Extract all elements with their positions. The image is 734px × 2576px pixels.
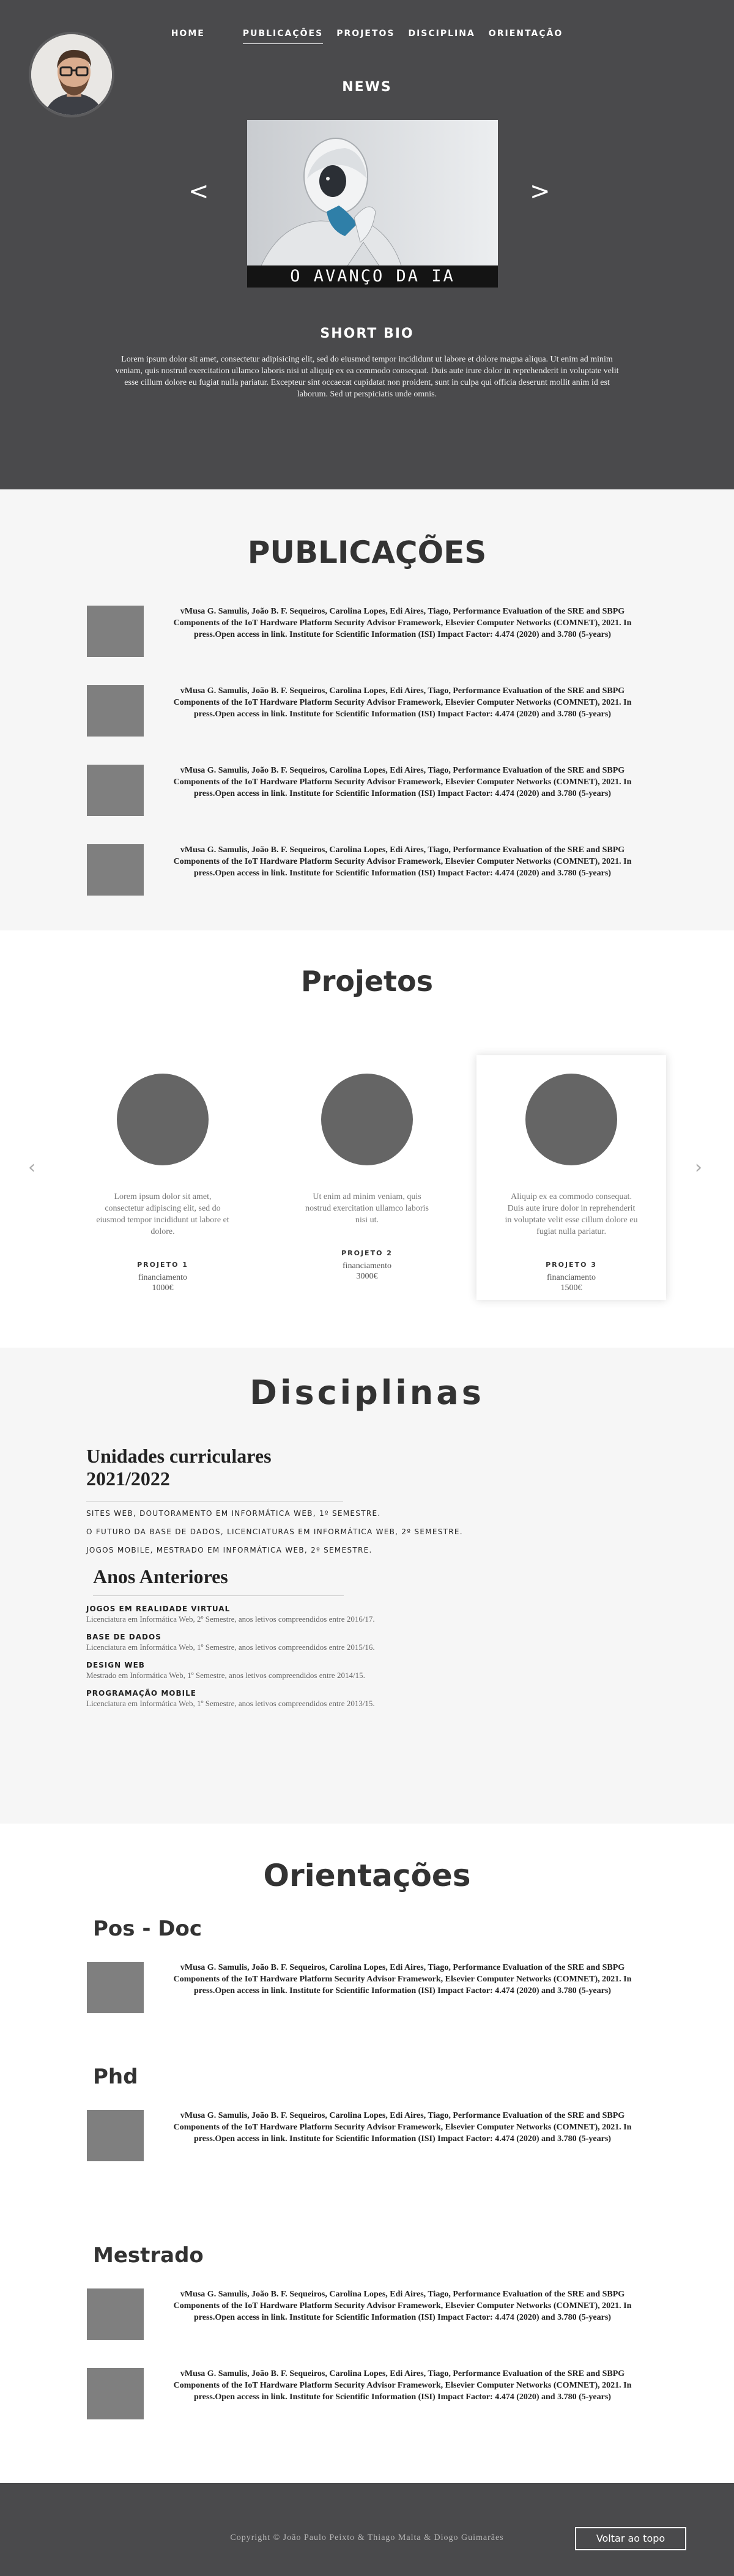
curricular-unit-item: SITES WEB, DOUTORAMENTO EM INFORMÁTICA W… [86, 1509, 381, 1518]
publication-text: vMusa G. Samulis, João B. F. Sequeiros, … [173, 607, 632, 639]
list-item: DESIGN WEB Mestrado em Informática Web, … [86, 1661, 734, 1680]
orientation-thumbnail[interactable] [87, 2110, 144, 2161]
project-funding-label: financiamento [138, 1273, 188, 1282]
publication-item: vMusa G. Samulis, João B. F. Sequeiros, … [87, 606, 656, 685]
publications-section: PUBLICAÇÕES vMusa G. Samulis, João B. F.… [0, 489, 734, 930]
projects-next-arrow[interactable]: › [695, 1157, 702, 1178]
project-name: PROJETO 2 [341, 1249, 393, 1257]
slider-next-arrow[interactable]: > [530, 177, 550, 206]
project-description: Aliquip ex ea commodo consequat. Duis au… [505, 1192, 638, 1236]
masters-title: Mestrado [93, 2243, 204, 2268]
publication-text: vMusa G. Samulis, João B. F. Sequeiros, … [173, 686, 632, 719]
postdoc-title: Pos - Doc [93, 1917, 202, 1941]
project-card[interactable]: Ut enim ad minim veniam, quis nostrud ex… [272, 1055, 462, 1300]
project-name: PROJETO 1 [137, 1261, 188, 1269]
phd-title: Phd [93, 2065, 138, 2089]
nav-projects[interactable]: PROJETOS [336, 29, 395, 44]
course-detail: Licenciatura em Informática Web, 1º Seme… [86, 1642, 375, 1652]
disciplines-section: Disciplinas Unidades curriculares 2021/2… [0, 1348, 734, 1824]
publication-item: vMusa G. Samulis, João B. F. Sequeiros, … [87, 844, 656, 924]
person-portrait-icon [31, 34, 112, 115]
project-image [321, 1074, 413, 1165]
projects-section: Projetos ‹ Lorem ipsum dolor sit amet, c… [0, 930, 734, 1348]
orientations-section: Orientações Pos - Doc vMusa G. Samulis, … [0, 1824, 734, 2483]
previous-years-list: JOGOS EM REALIDADE VIRTUAL Licenciatura … [86, 1605, 734, 1709]
course-detail: Licenciatura em Informática Web, 1º Seme… [86, 1699, 375, 1708]
project-cards: Lorem ipsum dolor sit amet, consectetur … [0, 1055, 734, 1300]
short-bio-text: Lorem ipsum dolor sit amet, consectetur … [115, 355, 619, 399]
orientation-thumbnail[interactable] [87, 2288, 144, 2340]
project-funding-amount: 1000€ [152, 1283, 174, 1293]
orientation-text: vMusa G. Samulis, João B. F. Sequeiros, … [173, 2290, 632, 2322]
course-name: BASE DE DADOS [86, 1633, 161, 1641]
course-detail: Licenciatura em Informática Web, 2º Seme… [86, 1614, 375, 1624]
projects-prev-arrow[interactable]: ‹ [28, 1157, 35, 1178]
publication-thumbnail[interactable] [87, 765, 144, 816]
course-name: PROGRAMAÇÃO MOBILE [86, 1689, 196, 1698]
publication-item: vMusa G. Samulis, João B. F. Sequeiros, … [87, 765, 656, 844]
orientation-text: vMusa G. Samulis, João B. F. Sequeiros, … [173, 1963, 632, 1995]
project-funding-label: financiamento [546, 1273, 596, 1282]
list-item: JOGOS EM REALIDADE VIRTUAL Licenciatura … [86, 1605, 734, 1624]
orientation-thumbnail[interactable] [87, 2368, 144, 2419]
nav-disciplines[interactable]: DISCIPLINA [408, 29, 475, 44]
orientation-item: vMusa G. Samulis, João B. F. Sequeiros, … [87, 2368, 656, 2448]
project-description: Lorem ipsum dolor sit amet, consectetur … [96, 1192, 229, 1236]
nav-home[interactable]: HOME [171, 29, 205, 44]
curricular-units-list: SITES WEB, DOUTORAMENTO EM INFORMÁTICA W… [86, 1509, 734, 1554]
publications-title: PUBLICAÇÕES [247, 535, 487, 570]
project-name: PROJETO 3 [546, 1261, 597, 1269]
project-description: Ut enim ad minim veniam, quis nostrud ex… [305, 1192, 429, 1225]
orientation-item: vMusa G. Samulis, João B. F. Sequeiros, … [87, 2110, 656, 2189]
course-name: JOGOS EM REALIDADE VIRTUAL [86, 1605, 231, 1613]
nav-orientation[interactable]: ORIENTAÇÃO [489, 29, 563, 44]
publication-item: vMusa G. Samulis, João B. F. Sequeiros, … [87, 685, 656, 765]
orientations-title: Orientações [263, 1858, 471, 1893]
hero-section: HOME PUBLICAÇÕES PROJETOS DISCIPLINA ORI… [0, 0, 734, 489]
robot-image [247, 120, 498, 288]
orientation-text: vMusa G. Samulis, João B. F. Sequeiros, … [173, 2369, 632, 2402]
publication-text: vMusa G. Samulis, João B. F. Sequeiros, … [173, 766, 632, 798]
curricular-unit-item: O FUTURO DA BASE DE DADOS, LICENCIATURAS… [86, 1527, 463, 1536]
nav-publications[interactable]: PUBLICAÇÕES [242, 29, 324, 44]
project-card[interactable]: Lorem ipsum dolor sit amet, consectetur … [68, 1055, 258, 1300]
avatar [29, 32, 114, 117]
orientation-item: vMusa G. Samulis, João B. F. Sequeiros, … [87, 1962, 656, 2041]
curricular-units-title: Unidades curriculares 2021/2022 [86, 1445, 343, 1502]
publication-text: vMusa G. Samulis, João B. F. Sequeiros, … [173, 845, 632, 878]
news-slide[interactable]: O AVANÇO DA IA [247, 120, 498, 288]
publication-thumbnail[interactable] [87, 844, 144, 896]
previous-years-title: Anos Anteriores [93, 1565, 344, 1596]
back-to-top-button[interactable]: Voltar ao topo [575, 2527, 686, 2550]
project-funding-amount: 3000€ [356, 1272, 378, 1281]
list-item: PROGRAMAÇÃO MOBILE Licenciatura em Infor… [86, 1689, 734, 1709]
news-title: NEWS [342, 80, 392, 95]
main-nav: HOME PUBLICAÇÕES PROJETOS DISCIPLINA ORI… [0, 29, 734, 44]
project-image [117, 1074, 209, 1165]
footer: Copyright © João Paulo Peixto & Thiago M… [0, 2483, 734, 2576]
orientation-item: vMusa G. Samulis, João B. F. Sequeiros, … [87, 2288, 656, 2368]
course-name: DESIGN WEB [86, 1661, 145, 1669]
publication-thumbnail[interactable] [87, 606, 144, 657]
orientation-text: vMusa G. Samulis, João B. F. Sequeiros, … [173, 2111, 632, 2144]
project-funding-label: financiamento [342, 1261, 392, 1271]
projects-title: Projetos [301, 965, 433, 998]
short-bio-title: SHORT BIO [320, 326, 414, 341]
disciplines-title: Disciplinas [250, 1373, 484, 1412]
slider-prev-arrow[interactable]: < [188, 177, 209, 206]
project-card[interactable]: Aliquip ex ea commodo consequat. Duis au… [476, 1055, 666, 1300]
project-funding-amount: 1500€ [560, 1283, 582, 1293]
project-image [525, 1074, 617, 1165]
slide-caption: O AVANÇO DA IA [247, 265, 498, 288]
publication-thumbnail[interactable] [87, 685, 144, 737]
course-detail: Mestrado em Informática Web, 1º Semestre… [86, 1671, 365, 1680]
curricular-unit-item: JOGOS MOBILE, MESTRADO EM INFORMÁTICA WE… [86, 1546, 373, 1554]
list-item: BASE DE DADOS Licenciatura em Informátic… [86, 1633, 734, 1652]
orientation-thumbnail[interactable] [87, 1962, 144, 2013]
